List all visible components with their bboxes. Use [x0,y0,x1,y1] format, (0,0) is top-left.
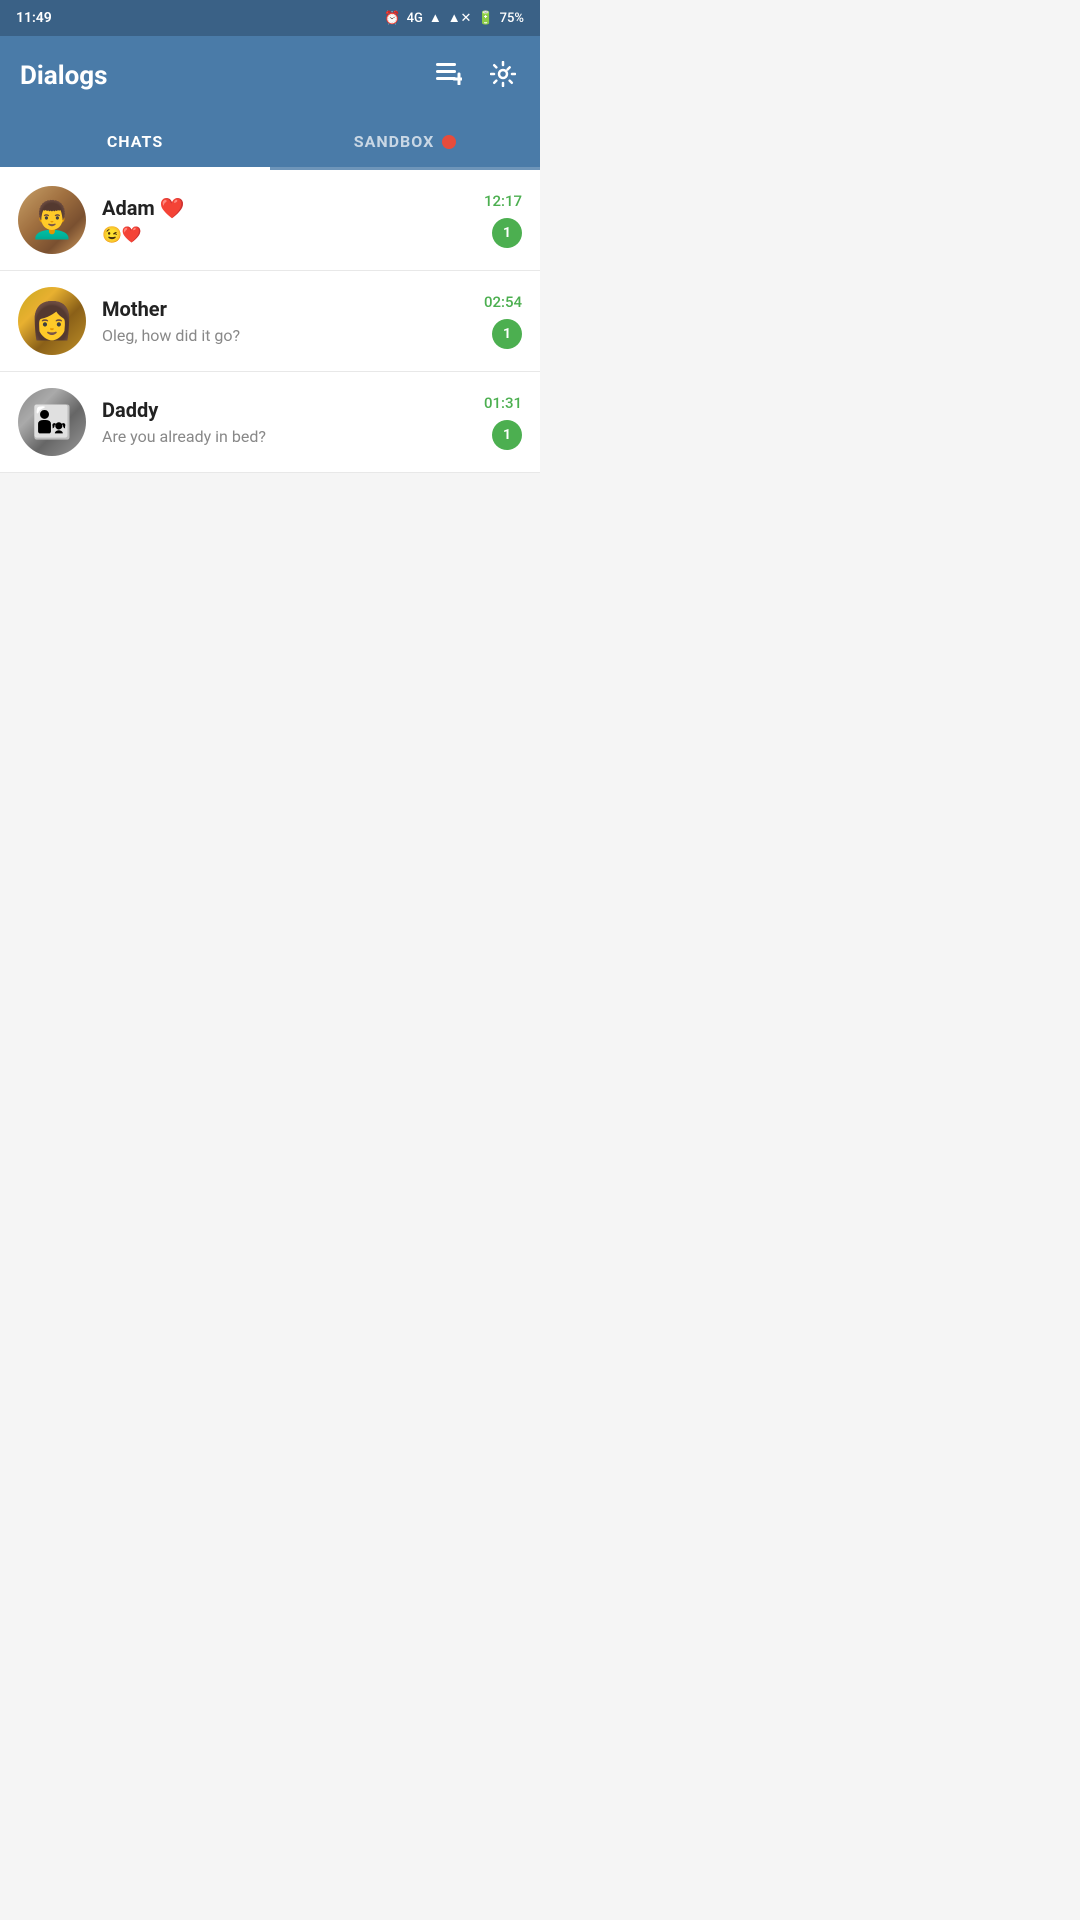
battery-label: 75% [500,11,524,26]
chat-name-daddy: Daddy [102,398,474,422]
status-time: 11:49 [16,10,52,26]
page-title: Dialogs [20,61,107,91]
network-label: 4G [407,11,423,26]
chat-time-mother: 02:54 [484,293,522,311]
avatar-adam [18,186,86,254]
add-chat-button[interactable] [432,59,466,93]
header: Dialogs [0,36,540,116]
unread-badge-daddy: 1 [492,420,522,450]
chat-item-adam[interactable]: Adam ❤️ 😉❤️ 12:17 1 [0,170,540,271]
chat-meta-adam: 12:17 1 [484,192,522,248]
settings-button[interactable] [486,57,520,95]
unread-badge-adam: 1 [492,218,522,248]
status-bar: 11:49 ⏰ 4G ▲ ▲✕ 🔋 75% [0,0,540,36]
chat-info-daddy: Daddy Are you already in bed? [102,398,474,446]
status-icons: ⏰ 4G ▲ ▲✕ 🔋 75% [384,10,524,26]
chat-preview-daddy: Are you already in bed? [102,427,474,446]
chat-time-daddy: 01:31 [484,394,522,412]
signal-icon: ▲ [429,10,442,26]
chat-item-daddy[interactable]: Daddy Are you already in bed? 01:31 1 [0,372,540,473]
tab-chats[interactable]: CHATS [0,116,270,167]
chat-list: Adam ❤️ 😉❤️ 12:17 1 Mother Oleg, how did… [0,170,540,473]
chat-info-mother: Mother Oleg, how did it go? [102,297,474,345]
chat-preview-mother: Oleg, how did it go? [102,326,474,345]
tabs-bar: CHATS SANDBOX [0,116,540,170]
tab-sandbox[interactable]: SANDBOX [270,116,540,167]
chat-name-mother: Mother [102,297,474,321]
avatar-daddy [18,388,86,456]
empty-content-area [0,473,540,1073]
alarm-icon: ⏰ [384,11,400,26]
chat-item-mother[interactable]: Mother Oleg, how did it go? 02:54 1 [0,271,540,372]
chat-meta-mother: 02:54 1 [484,293,522,349]
chat-name-adam: Adam ❤️ [102,196,474,220]
sandbox-notification-dot [442,135,456,149]
chat-preview-adam: 😉❤️ [102,225,474,244]
header-actions [432,57,520,95]
signal-x-icon: ▲✕ [448,10,472,26]
unread-badge-mother: 1 [492,319,522,349]
battery-icon: 🔋 [477,11,493,26]
avatar-mother [18,287,86,355]
chat-info-adam: Adam ❤️ 😉❤️ [102,196,474,244]
chat-meta-daddy: 01:31 1 [484,394,522,450]
chat-time-adam: 12:17 [484,192,522,210]
